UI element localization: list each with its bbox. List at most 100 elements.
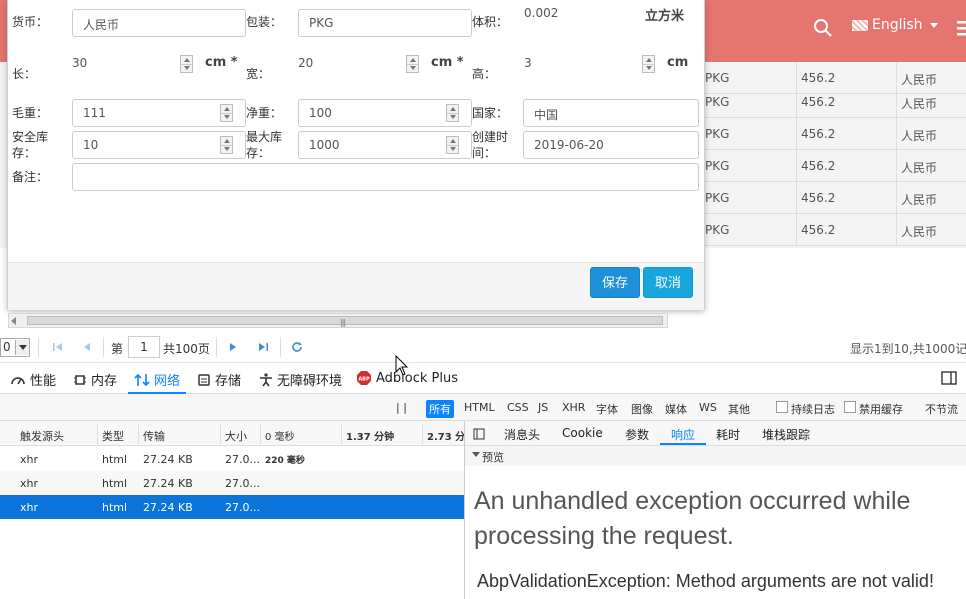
tab-params[interactable]: 参数 [625, 426, 649, 443]
divider [280, 337, 281, 357]
net-weight-stepper[interactable] [446, 104, 459, 122]
filter-images[interactable]: 图像 [628, 400, 656, 418]
height-unit: cm [667, 55, 689, 70]
remark-field[interactable] [72, 163, 699, 191]
next-page-icon[interactable] [226, 340, 240, 354]
tab-network[interactable]: 网络 [134, 370, 180, 389]
tab-performance[interactable]: 性能 [10, 370, 56, 389]
length-stepper[interactable] [180, 55, 193, 73]
gauge-icon [11, 376, 25, 384]
filter-css[interactable]: CSS [504, 400, 532, 415]
filter-html[interactable]: HTML [461, 400, 498, 415]
tab-timings[interactable]: 耗时 [716, 426, 740, 443]
table-row[interactable]: PKG 456.2 人民币 [700, 150, 966, 182]
first-page-icon[interactable] [51, 340, 65, 354]
package-label: 包装： [246, 15, 283, 29]
table-row[interactable]: PKG 456.2 人民币 [700, 118, 966, 150]
length-unit: cm * [205, 55, 238, 70]
width-label: 宽： [246, 67, 271, 81]
pause-icon[interactable]: | | [393, 400, 410, 415]
tab-headers[interactable]: 消息头 [504, 426, 540, 443]
preview-header[interactable]: 预览 [464, 446, 966, 466]
created-time-field[interactable]: 2019-06-20 [523, 131, 699, 159]
col-type[interactable]: 类型 [102, 428, 124, 444]
active-tab-indicator [660, 443, 706, 445]
filter-js[interactable]: JS [535, 400, 551, 415]
language-switcher[interactable]: English [852, 17, 938, 33]
error-title: An unhandled exception occurred while pr… [474, 487, 911, 550]
page-total: 共100页 [163, 342, 210, 356]
pager-summary: 显示1到10,共1000记录 [850, 342, 966, 356]
table-row[interactable]: PKG 456.2 人民币 [700, 86, 966, 118]
filter-fonts[interactable]: 字体 [593, 400, 621, 418]
length-field[interactable]: 30 [72, 56, 87, 70]
width-field[interactable]: 20 [298, 56, 313, 70]
col-transferred[interactable]: 传输 [143, 428, 165, 444]
table-row[interactable]: PKG 456.2 人民币 [700, 182, 966, 214]
filter-media[interactable]: 媒体 [662, 400, 690, 418]
country-field[interactable]: 中国 [523, 99, 699, 127]
height-stepper[interactable] [642, 55, 655, 73]
tab-cookie[interactable]: Cookie [562, 426, 603, 440]
currency-field[interactable]: 人民币 [72, 9, 246, 37]
gross-weight-label: 毛重： [12, 106, 49, 120]
previous-page-icon[interactable] [80, 340, 94, 354]
page-number-input[interactable]: 1 [128, 336, 160, 358]
tab-storage[interactable]: 存储 [197, 370, 241, 389]
width-stepper[interactable] [406, 55, 419, 73]
country-label: 国家： [472, 106, 509, 120]
throttle-select[interactable]: 不节流 [922, 400, 961, 418]
remark-label: 备注： [12, 170, 49, 184]
request-row-selected[interactable]: xhr html 27.24 KB 27.0... [0, 495, 464, 519]
request-row[interactable]: xhr html 27.24 KB 27.0... [0, 471, 464, 495]
height-label: 高： [472, 67, 497, 81]
safety-stock-stepper[interactable] [220, 136, 233, 154]
last-page-icon[interactable] [256, 340, 270, 354]
col-timeline-0: 0 毫秒 [265, 432, 295, 443]
width-unit: cm * [431, 55, 464, 70]
divider [38, 337, 39, 357]
chevron-down-icon[interactable] [15, 340, 29, 355]
language-label: English [872, 17, 923, 33]
filter-other[interactable]: 其他 [725, 400, 753, 418]
storage-icon [198, 373, 210, 386]
net-weight-label: 净重： [246, 106, 283, 120]
page-prefix: 第 [111, 342, 124, 356]
horizontal-scrollbar[interactable] [8, 313, 668, 328]
disable-cache-checkbox[interactable] [844, 401, 856, 413]
grip-icon: ||| [340, 318, 346, 327]
cancel-button[interactable]: 取消 [643, 267, 693, 298]
persist-log-checkbox[interactable] [776, 401, 788, 413]
package-field[interactable]: PKG [298, 9, 472, 37]
table-row[interactable]: PKG 456.2 人民币 [700, 214, 966, 246]
length-label: 长： [12, 67, 37, 81]
col-cause[interactable]: 触发源头 [20, 428, 64, 444]
divider [103, 337, 104, 357]
tab-response[interactable]: 响应 [671, 426, 695, 443]
filter-all[interactable]: 所有 [426, 400, 454, 418]
height-field[interactable]: 3 [524, 56, 532, 70]
search-icon[interactable] [813, 18, 833, 38]
dock-side-icon[interactable] [941, 371, 957, 385]
save-button[interactable]: 保存 [590, 267, 640, 298]
gross-weight-stepper[interactable] [220, 104, 233, 122]
triangle-down-icon [472, 452, 480, 457]
tab-stack-trace[interactable]: 堆栈跟踪 [762, 426, 810, 443]
menu-icon[interactable] [957, 20, 966, 36]
chip-icon [74, 374, 86, 385]
max-stock-stepper[interactable] [446, 136, 459, 154]
toggle-panel-icon[interactable] [473, 428, 485, 440]
tab-accessibility[interactable]: 无障碍环境 [259, 370, 342, 389]
filter-xhr[interactable]: XHR [559, 400, 588, 415]
col-size[interactable]: 大小 [225, 428, 247, 444]
tab-memory[interactable]: 内存 [73, 370, 117, 389]
max-stock-label: 最大库 存： [246, 130, 283, 160]
mouse-cursor-icon [395, 355, 409, 376]
persist-log-label: 持续日志 [791, 403, 835, 416]
request-row[interactable]: xhr html 27.24 KB 27.0... 220 毫秒 [0, 447, 464, 471]
refresh-icon[interactable] [290, 340, 304, 354]
filter-ws[interactable]: WS [696, 400, 720, 415]
edit-dialog: 货币： 人民币 包装： PKG 体积： 0.002 立方米 长： 30 cm *… [7, 0, 705, 310]
adblock-plus-icon: ABP [357, 371, 371, 385]
scroll-left-icon[interactable] [11, 317, 16, 325]
